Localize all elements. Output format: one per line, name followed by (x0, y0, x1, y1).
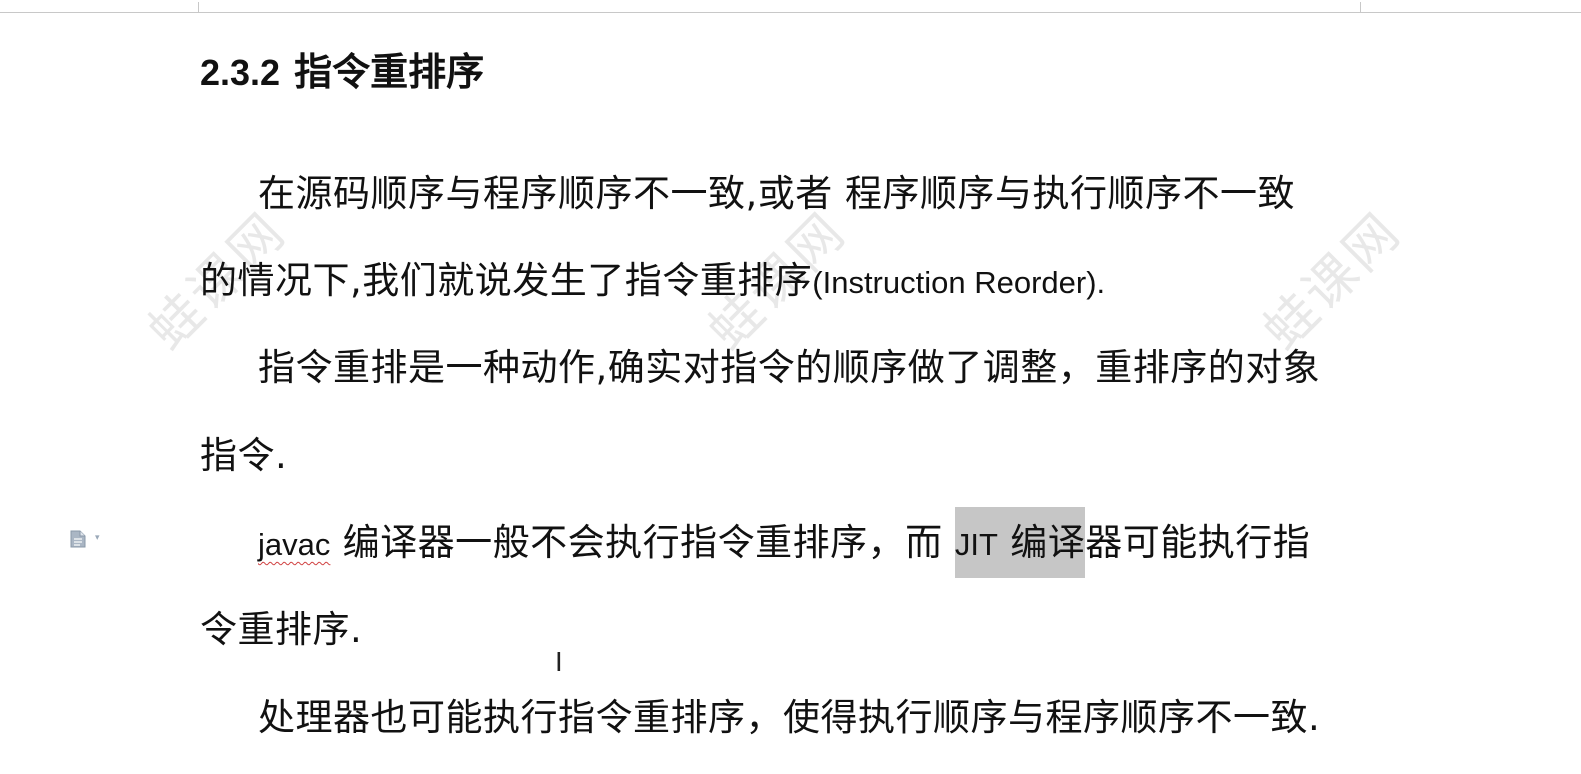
document-icon[interactable] (70, 530, 86, 548)
section-title: 指令重排序 (294, 50, 485, 94)
text-run: JIT (954, 527, 998, 562)
paragraph-1-line-2[interactable]: 的情况下,我们就说发生了指令重排序(Instruction Reorder). (200, 253, 1105, 311)
page-corner-mark-right (1360, 2, 1409, 13)
paragraph-3-line-2[interactable]: 令重排序. (200, 602, 362, 658)
section-number: 2.3.2 (200, 52, 281, 93)
text-run: 在源码顺序与程序顺序不一致,或者 程序顺序与执行顺序不一致 (258, 172, 1296, 215)
text-cursor-icon: I (555, 648, 563, 678)
text-run: 指令. (200, 434, 288, 477)
paragraph-4-line-1[interactable]: 处理器也可能执行指令重排序，使得执行顺序与程序顺序不一致. (258, 690, 1320, 746)
spell-error-word[interactable]: javac (258, 527, 330, 562)
section-heading[interactable]: 2.3.2 指令重排序 (200, 44, 484, 101)
page-corner-mark-left (150, 2, 199, 13)
page-top-border (0, 12, 1581, 13)
text-run: 编译 (997, 521, 1086, 564)
text-run: 处理器也可能执行指令重排序，使得执行顺序与程序顺序不一致. (258, 696, 1321, 739)
text-run: 的情况下,我们就说发生了指令重排序 (200, 259, 813, 302)
text-run: 编译器一般不会执行指令重排序，而 (330, 521, 955, 564)
paragraph-2-line-1[interactable]: 指令重排是一种动作,确实对指令的顺序做了调整，重排序的对象 (258, 340, 1320, 396)
paragraph-2-line-2[interactable]: 指令. (200, 428, 287, 484)
text-run: 指令重排是一种动作,确实对指令的顺序做了调整，重排序的对象 (258, 346, 1321, 389)
text-run: 器可能执行指 (1085, 521, 1311, 564)
paragraph-3-line-1[interactable]: javac 编译器一般不会执行指令重排序，而 JIT 编译器可能执行指 (258, 507, 1311, 578)
selected-text[interactable]: JIT 编译 (954, 507, 1086, 578)
text-run: (Instruction Reorder). (812, 265, 1106, 300)
chevron-down-icon[interactable]: ▾ (95, 533, 100, 543)
text-run: 令重排序. (200, 608, 363, 651)
paragraph-1-line-1[interactable]: 在源码顺序与程序顺序不一致,或者 程序顺序与执行顺序不一致 (258, 166, 1295, 222)
